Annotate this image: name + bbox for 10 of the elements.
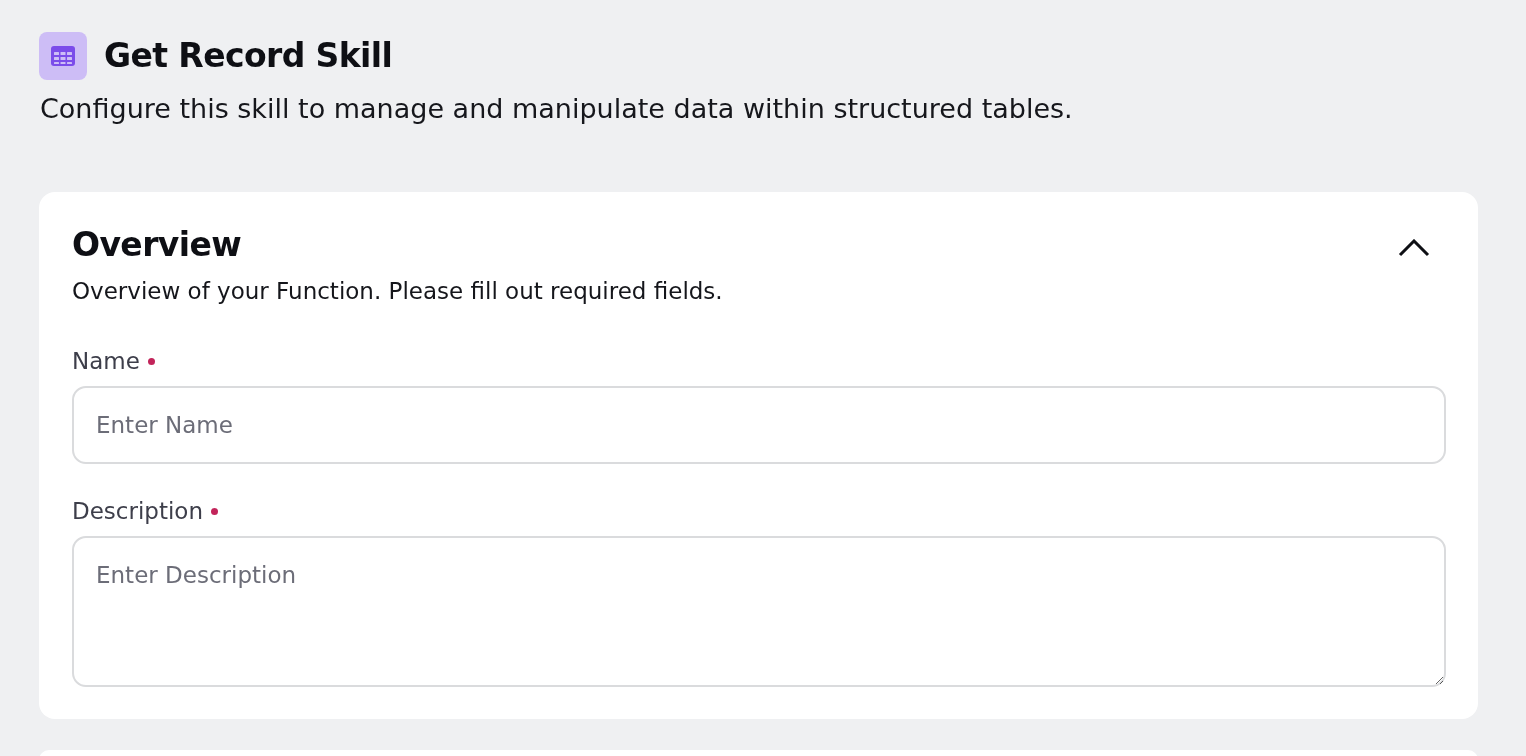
description-textarea-field[interactable]: Enter Description <box>72 536 1446 687</box>
field-label: Name <box>72 347 140 376</box>
page-subtitle: Configure this skill to manage and manipulate data within structured tables. <box>40 92 1074 126</box>
table-icon <box>39 32 87 80</box>
section-description: Overview of your Function. Please fill out required fields. <box>72 277 724 306</box>
page-title: Get Record Skill <box>104 35 393 77</box>
section-title: Overview <box>72 224 242 266</box>
field-label: Description <box>72 497 203 526</box>
chevron-icon <box>1398 239 1430 257</box>
name-input-field[interactable]: Enter Name <box>72 386 1446 464</box>
